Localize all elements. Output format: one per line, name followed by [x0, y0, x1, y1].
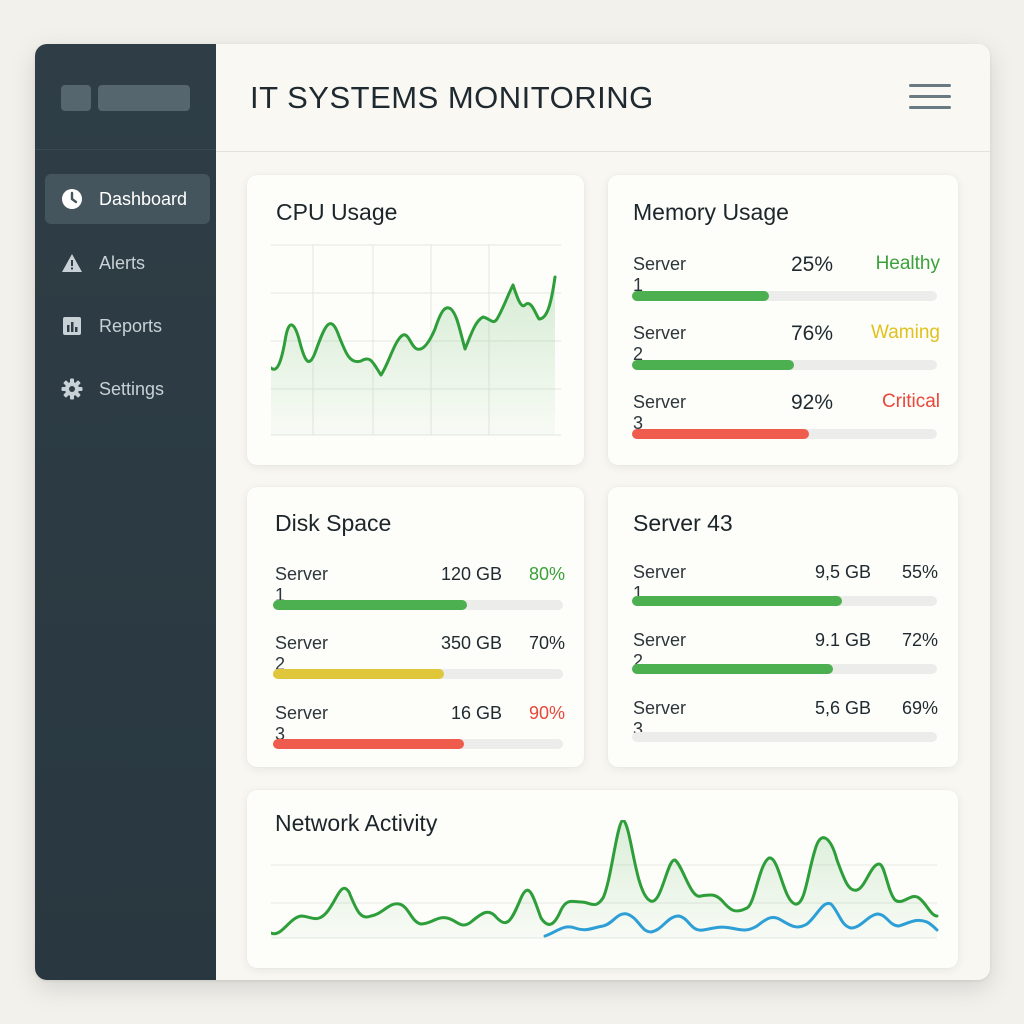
card-title: CPU Usage: [276, 199, 398, 225]
card-title: Server 43: [633, 510, 733, 536]
disk-bar: [273, 669, 563, 679]
report-icon: [61, 315, 83, 337]
network-activity-card: Network Activity: [247, 790, 958, 968]
server-bar: [632, 732, 937, 742]
status-badge: Waming: [871, 322, 940, 343]
usage-bar-fill: [632, 429, 809, 439]
disk-space-card: Disk Space Server 1 120 GB 80% Server 2 350 …: [247, 487, 584, 767]
network-area: [271, 820, 937, 938]
disk-bar-fill: [273, 600, 468, 610]
disk-bar-fill: [273, 669, 445, 679]
usage-value: 25%: [790, 253, 833, 276]
disk-bar: [273, 739, 563, 749]
usage-bar: [632, 360, 937, 370]
cpu-usage-card: CPU Usage: [247, 175, 584, 465]
status-badge: Critical: [881, 391, 940, 412]
disk-percent: 90%: [528, 703, 565, 723]
usage-bar: [632, 429, 937, 439]
server-bar-fill: [632, 596, 843, 606]
server-label: Server 2: [633, 323, 687, 364]
disk-size: 120 GB: [440, 564, 502, 584]
sidebar-item-alerts[interactable]: Alerts: [45, 238, 210, 288]
sidebar-item-label: Settings: [99, 378, 165, 399]
logo-area: [35, 44, 216, 150]
page-title: IT SYSTEMS MONITORING: [250, 80, 654, 115]
sidebar-item-settings[interactable]: Settings: [45, 364, 210, 414]
server-percent: 55%: [901, 562, 938, 582]
menu-line-icon: [909, 95, 951, 98]
disk-bar-fill: [273, 739, 465, 749]
sidebar-item-reports[interactable]: Reports: [45, 301, 210, 351]
usage-bar-fill: [632, 291, 770, 301]
menu-line-icon: [909, 106, 951, 109]
app-window: Dashboard Alerts Reports Settings IT SYS…: [35, 44, 990, 980]
logo-text-placeholder: [98, 85, 190, 111]
sidebar-item-dashboard[interactable]: Dashboard: [45, 174, 210, 224]
server-bar: [632, 664, 937, 674]
card-title: Memory Usage: [633, 199, 789, 225]
warning-icon: [61, 252, 83, 274]
disk-percent: 70%: [528, 633, 565, 653]
header: IT SYSTEMS MONITORING: [216, 44, 990, 152]
disk-bar: [273, 600, 563, 610]
server-43-card: Server 43 Server 1 9,5 GB 55% Server 2 9.1 G…: [608, 487, 958, 767]
server-size: 5,6 GB: [814, 698, 871, 718]
network-line-chart: [271, 820, 939, 939]
sidebar-item-label: Dashboard: [99, 188, 188, 209]
usage-bar-fill: [632, 360, 794, 370]
gear-icon: [61, 378, 83, 400]
disk-percent: 80%: [528, 564, 565, 584]
sidebar-item-label: Reports: [99, 315, 163, 336]
hamburger-menu-button[interactable]: [909, 84, 953, 110]
server-label: Server 1: [633, 254, 687, 295]
server-percent: 72%: [901, 630, 938, 650]
logo-mark: [61, 85, 91, 111]
usage-value: 76%: [790, 322, 833, 345]
server-size: 9,5 GB: [814, 562, 871, 582]
memory-usage-card: Memory Usage Server 1 25% Healthy Server 2 7…: [608, 175, 958, 465]
disk-size: 350 GB: [440, 633, 502, 653]
clock-icon: [61, 188, 83, 210]
card-title: Disk Space: [275, 510, 392, 536]
usage-bar: [632, 291, 937, 301]
sidebar-item-label: Alerts: [99, 252, 146, 273]
sidebar: Dashboard Alerts Reports Settings: [35, 44, 216, 980]
disk-size: 16 GB: [450, 703, 502, 723]
server-bar-fill: [632, 664, 834, 674]
status-badge: Healthy: [875, 253, 940, 274]
server-size: 9.1 GB: [814, 630, 871, 650]
server-percent: 69%: [901, 698, 938, 718]
cpu-line-chart: [271, 244, 561, 436]
server-label: Server 3: [633, 392, 687, 433]
server-bar: [632, 596, 937, 606]
usage-value: 92%: [790, 391, 833, 414]
menu-line-icon: [909, 84, 951, 87]
